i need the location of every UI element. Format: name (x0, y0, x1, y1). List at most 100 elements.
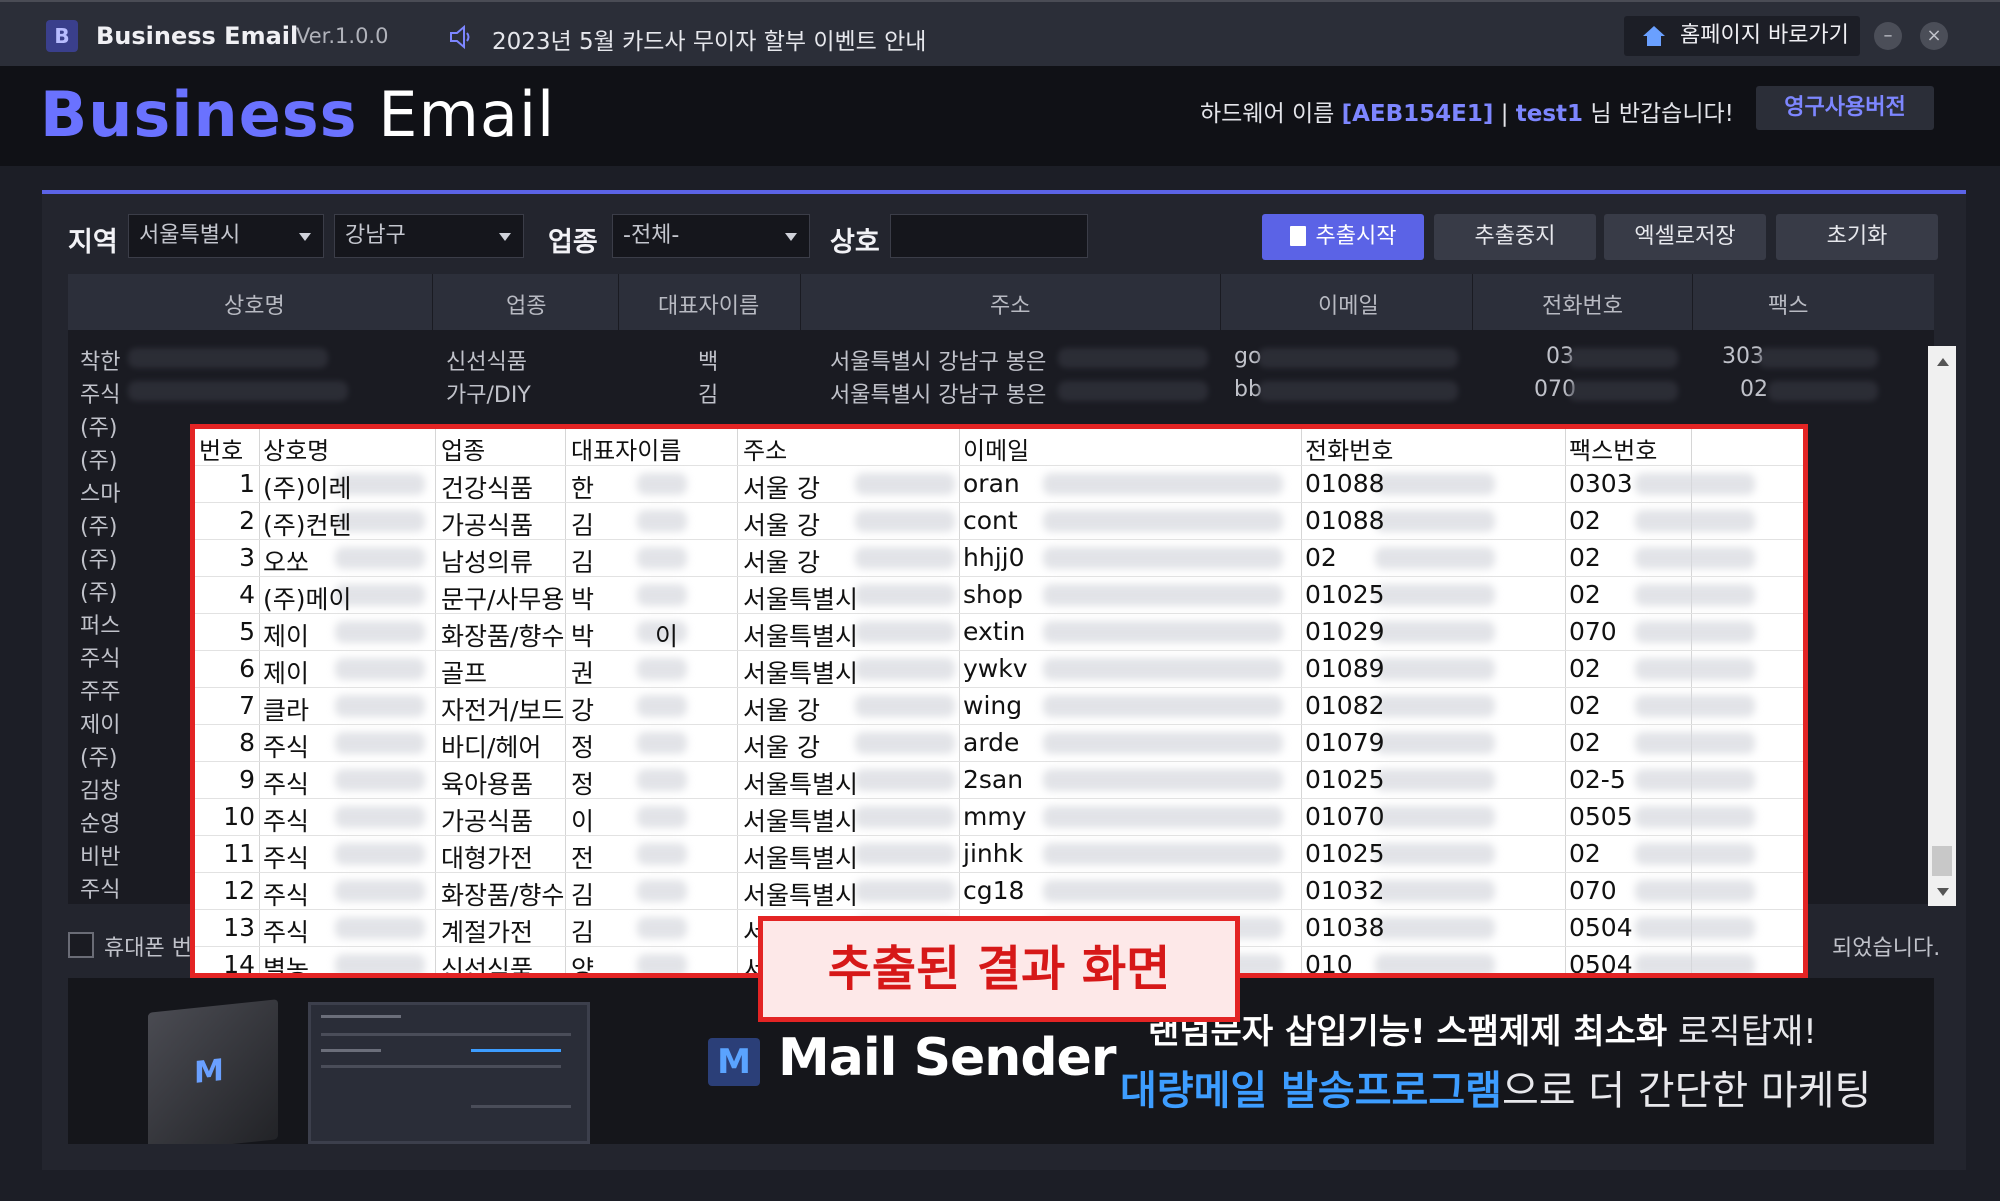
grid-row[interactable]: (주) (68, 441, 208, 474)
permanent-version-button[interactable]: 영구사용버전 (1756, 86, 1934, 130)
results-col-no: 번호 (199, 437, 244, 465)
results-col-rep: 대표자이름 (571, 437, 682, 465)
results-row[interactable]: 4 (주)메이 문구/사무용 박 서울특별시 shop 01025 02 (195, 576, 1803, 614)
results-cell-email: extin (963, 617, 1026, 646)
grid-row[interactable]: 주식 (68, 870, 208, 903)
grid-col-tel: 전화번호 (1542, 294, 1623, 319)
scroll-down-icon[interactable] (1937, 888, 1949, 896)
brand-title: Business Email (40, 78, 555, 151)
results-cell-addr: 서울 강 (743, 733, 820, 762)
results-row[interactable]: 3 오쏘 남성의류 김 서울 강 hhjj0 02 02 (195, 539, 1803, 577)
title-bar: B Business Email Ver.1.0.0 2023년 5월 카드사 … (0, 0, 2000, 66)
results-row[interactable]: 5 제이 화장품/향수 박 이 서울특별시 extin 01029 070 (195, 613, 1803, 651)
grid-row[interactable]: (주) (68, 738, 208, 771)
scroll-up-icon[interactable] (1937, 358, 1949, 366)
grid-cell: (주) (80, 548, 118, 573)
close-button[interactable]: × (1920, 22, 1948, 50)
grid-row[interactable]: (주) (68, 540, 208, 573)
region-select[interactable]: 서울특별시 (128, 214, 324, 258)
status-text: 되었습니다. (1832, 936, 1941, 961)
results-cell-fax: 02 (1569, 506, 1601, 535)
notice-text[interactable]: 2023년 5월 카드사 무이자 할부 이벤트 안내 (492, 22, 926, 56)
grid-cell: 김창 (80, 779, 121, 804)
grid-cell: (주) (80, 515, 118, 540)
home-icon (1643, 26, 1665, 46)
grid-row[interactable]: 퍼스 (68, 606, 208, 639)
grid-row[interactable]: 착한 신선식품 백 서울특별시 강남구 봉은 go 03 303 (68, 342, 1888, 375)
results-row[interactable]: 2 (주)컨텐 가공식품 김 서울 강 cont 01088 02 (195, 502, 1803, 540)
results-cell-rep: 전 (571, 844, 595, 873)
grid-scrollbar[interactable] (1928, 346, 1956, 906)
results-cell-tel: 01089 (1305, 654, 1385, 683)
results-row[interactable]: 1 (주)이레 건강식품 한 서울 강 oran 01088 0303 (195, 465, 1803, 503)
grid-row[interactable]: (주) (68, 573, 208, 606)
mailsender-title: Mail Sender (778, 1028, 1116, 1088)
results-cell-tel: 01025 (1305, 765, 1385, 794)
extracted-results-table: 번호 상호명 업종 대표자이름 주소 이메일 전화번호 팩스번호 1 (주)이레 건… (190, 424, 1808, 978)
results-cell-cat: 화장품/향수 (441, 622, 565, 651)
grid-row[interactable]: 순영 (68, 804, 208, 837)
results-cell-tel: 02 (1305, 543, 1337, 572)
results-row[interactable]: 11 주식 대형가전 전 서울특별시 jinhk 01025 02 (195, 835, 1803, 873)
district-select[interactable]: 강남구 (334, 214, 524, 258)
grid-row[interactable]: 제이 (68, 705, 208, 738)
mailsender-logo-icon: M (708, 1038, 760, 1086)
grid-row[interactable]: (주) (68, 408, 208, 441)
grid-row[interactable]: 주주 (68, 672, 208, 705)
homepage-button-label: 홈페이지 바로가기 (1680, 23, 1849, 48)
results-cell-no: 6 (239, 654, 255, 683)
results-cell-cat: 계절가전 (441, 918, 534, 947)
results-cell-no: 8 (239, 728, 255, 757)
start-extraction-button[interactable]: 추출시작 (1262, 214, 1424, 260)
grid-row[interactable]: (주) (68, 507, 208, 540)
results-cell-cat: 자전거/보드 (441, 696, 565, 725)
results-row[interactable]: 6 제이 골프 권 서울특별시 ywkv 01089 02 (195, 650, 1803, 688)
results-cell-rep: 강 (571, 696, 595, 725)
stop-extraction-button[interactable]: 추출중지 (1434, 214, 1596, 260)
results-cell-no: 2 (239, 506, 255, 535)
results-cell-addr: 서울특별시 (743, 770, 859, 799)
results-row[interactable]: 8 주식 바디/헤어 정 서울 강 arde 01079 02 (195, 724, 1803, 762)
phone-number-checkbox[interactable] (68, 932, 94, 958)
results-cell-cat: 가공식품 (441, 511, 534, 540)
results-cell-name: 오쏘 (263, 548, 310, 577)
grid-col-fax: 팩스 (1768, 294, 1809, 319)
grid-cell: (주) (80, 581, 118, 606)
minimize-button[interactable]: – (1874, 22, 1902, 50)
save-excel-button[interactable]: 엑셀로저장 (1604, 214, 1766, 260)
results-cell-cat: 대형가전 (441, 844, 534, 873)
company-input[interactable] (890, 214, 1088, 258)
grid-cell: 주식 (80, 383, 121, 408)
grid-col-email: 이메일 (1318, 294, 1379, 319)
grid-row[interactable]: 주식 가구/DIY 김 서울특별시 강남구 봉은 bb 070 02 (68, 375, 1888, 408)
grid-cell: 주식 (80, 647, 121, 672)
results-row[interactable]: 12 주식 화장품/향수 김 서울특별시 cg18 01032 070 (195, 872, 1803, 910)
results-cell-no: 9 (239, 765, 255, 794)
grid-cell: 서울특별시 강남구 봉은 (830, 383, 1047, 408)
grid-col-address: 주소 (990, 294, 1031, 319)
results-cell-addr: 서울특별시 (743, 807, 859, 836)
results-cell-name: 별농 (263, 955, 310, 978)
results-row[interactable]: 9 주식 육아용품 정 서울특별시 2san 01025 02-5 (195, 761, 1803, 799)
results-cell-no: 14 (223, 950, 255, 978)
homepage-button[interactable]: 홈페이지 바로가기 (1624, 16, 1860, 56)
results-col-tel: 전화번호 (1305, 437, 1394, 465)
results-row[interactable]: 7 클라 자전거/보드 강 서울 강 wing 01082 02 (195, 687, 1803, 725)
results-cell-tel: 01025 (1305, 839, 1385, 868)
results-cell-cat: 신선식품 (441, 955, 534, 978)
brand-part1: Business (40, 78, 358, 151)
results-cell-rep: 정 (571, 733, 595, 762)
reset-button[interactable]: 초기화 (1776, 214, 1938, 260)
results-row[interactable]: 10 주식 가공식품 이 서울특별시 mmy 01070 0505 (195, 798, 1803, 836)
grid-row[interactable]: 비반 (68, 837, 208, 870)
results-cell-rep: 김 (571, 511, 595, 540)
grid-cell: 제이 (80, 713, 121, 738)
grid-row[interactable]: 김창 (68, 771, 208, 804)
industry-select[interactable]: -전체- (612, 214, 810, 258)
document-icon (1289, 226, 1306, 246)
grid-row[interactable]: 주식 (68, 639, 208, 672)
scroll-thumb[interactable] (1932, 846, 1952, 876)
results-cell-name: 제이 (263, 622, 310, 651)
grid-row[interactable]: 스마 (68, 474, 208, 507)
results-cell-fax: 0505 (1569, 802, 1633, 831)
